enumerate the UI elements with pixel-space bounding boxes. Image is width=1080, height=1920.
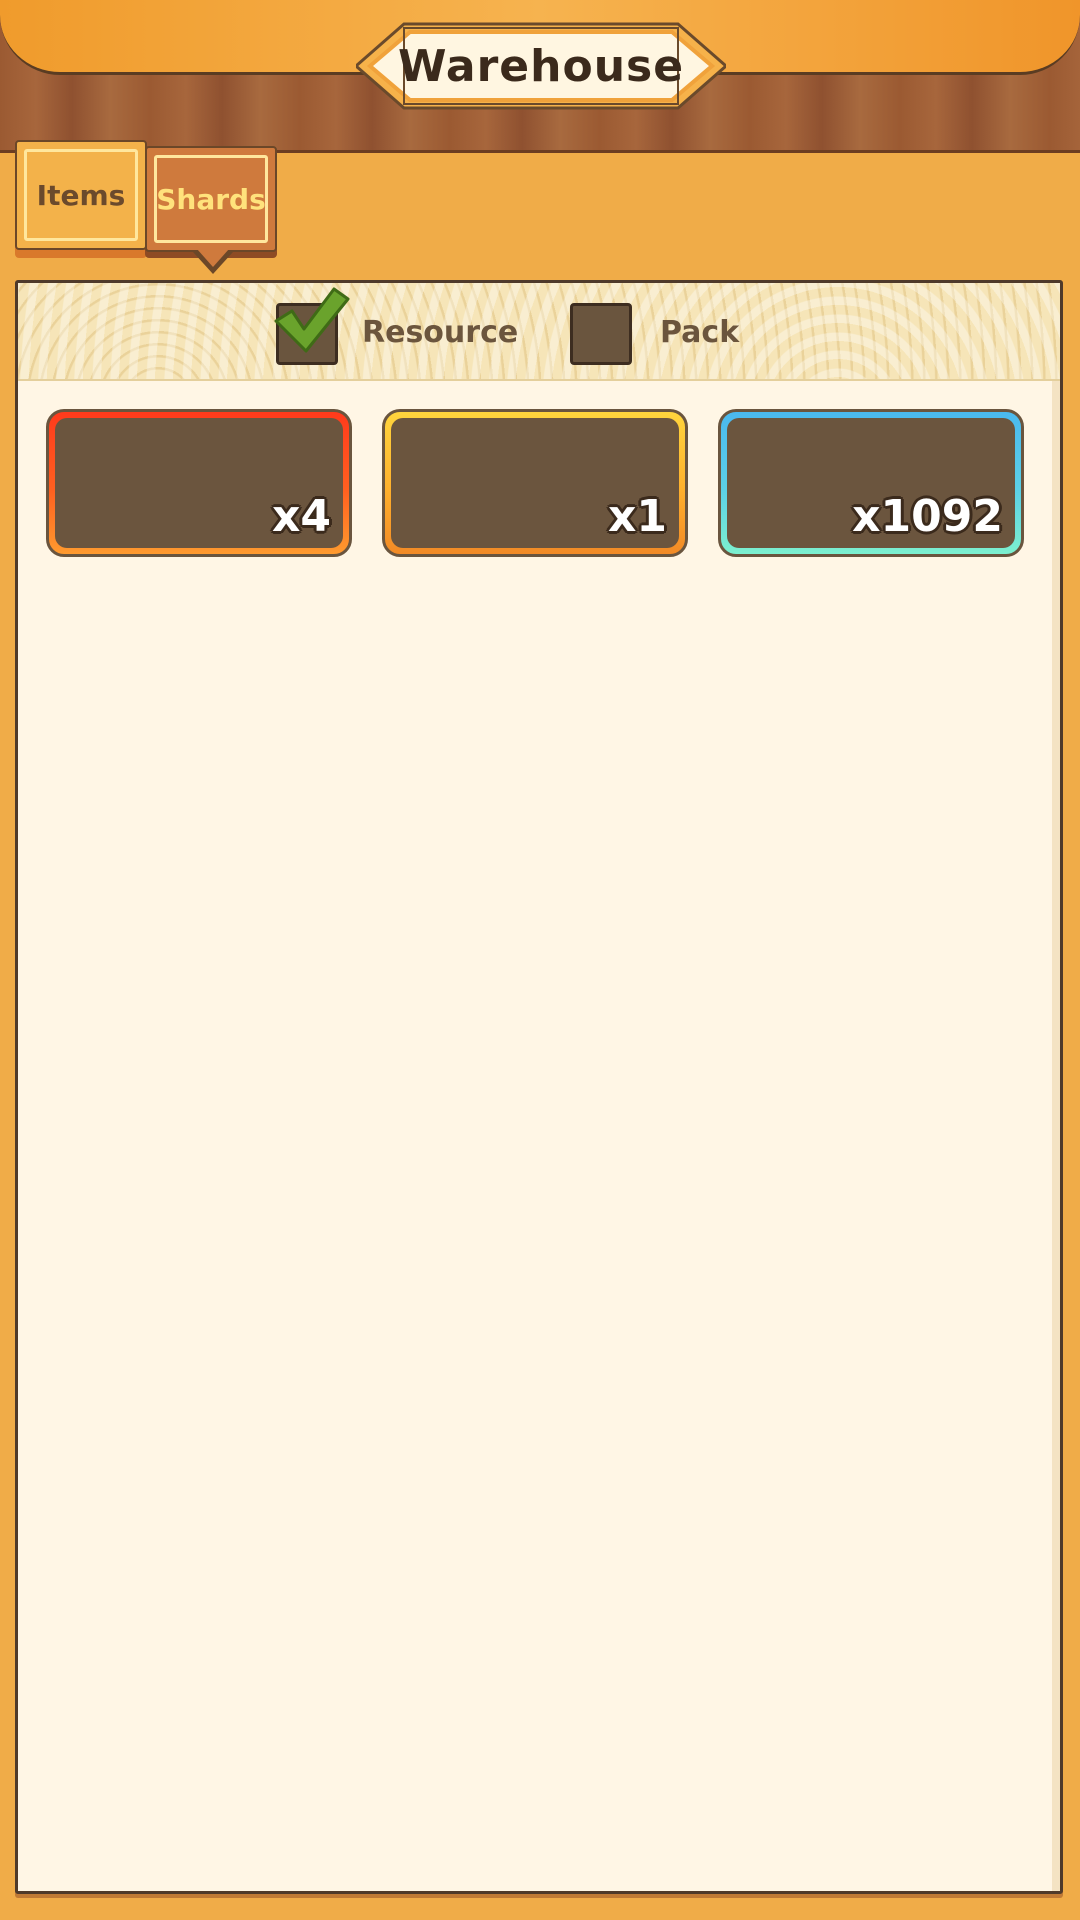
item-slot-3-quantity: x1092 — [852, 491, 1003, 542]
tab-shards[interactable]: Shards — [145, 146, 277, 252]
pack-label: Pack — [660, 315, 740, 350]
active-tab-pointer-icon — [193, 249, 233, 274]
wave-pattern — [18, 283, 1060, 379]
item-slot-1-quantity: x4 — [272, 491, 331, 542]
title-plaque: Warehouse — [356, 20, 726, 112]
page-title: Warehouse — [397, 40, 685, 92]
filter-bar: Resource Pack — [18, 283, 1060, 381]
tab-shards-label: Shards — [154, 155, 268, 243]
item-slot-2[interactable]: x1 — [382, 409, 688, 557]
inventory-panel: Resource Pack x4 x1 x1092 — [15, 280, 1063, 1894]
item-slot-2-quantity: x1 — [608, 491, 667, 542]
pack-checkbox[interactable] — [570, 303, 632, 365]
tab-items-label: Items — [24, 149, 138, 241]
tab-items[interactable]: Items — [15, 140, 147, 250]
resource-label: Resource — [362, 315, 519, 350]
item-slot-3[interactable]: x1092 — [718, 409, 1024, 557]
check-icon — [274, 287, 350, 353]
item-slot-1[interactable]: x4 — [46, 409, 352, 557]
